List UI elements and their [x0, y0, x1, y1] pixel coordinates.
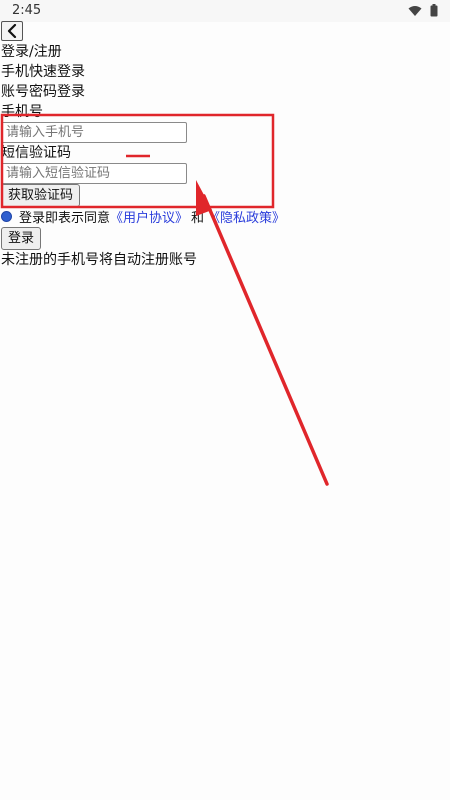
phone-label: 手机号: [1, 104, 43, 120]
back-button[interactable]: [1, 21, 23, 41]
sms-code-input[interactable]: [1, 163, 187, 184]
login-button[interactable]: 登录: [1, 227, 42, 250]
status-time: 2:45: [12, 3, 42, 18]
tab-phone-quick-login[interactable]: 手机快速登录: [1, 62, 85, 82]
sms-code-label: 短信验证码: [1, 145, 71, 161]
agree-radio[interactable]: [1, 210, 12, 222]
wifi-icon: [408, 5, 422, 16]
status-icons: [408, 4, 438, 17]
page-title: 登录/注册: [1, 44, 62, 60]
privacy-policy-link[interactable]: 《隐私政策》: [207, 207, 285, 226]
battery-icon: [430, 4, 438, 17]
and-text: 和: [191, 210, 205, 226]
chevron-left-icon: [7, 24, 17, 38]
agree-prefix: 登录即表示同意: [19, 210, 111, 226]
status-bar: 2:45: [0, 0, 450, 22]
annotation-overlay: [0, 113, 329, 486]
phone-input[interactable]: [1, 122, 187, 143]
user-agreement-link[interactable]: 《用户协议》: [110, 207, 188, 226]
annotation-arrow-shaft: [202, 194, 329, 486]
get-code-button[interactable]: 获取验证码: [1, 184, 81, 207]
auto-register-note: 未注册的手机号将自动注册账号: [1, 252, 197, 268]
tab-account-password-login[interactable]: 账号密码登录: [1, 82, 85, 102]
agreement-row: 登录即表示同意 《用户协议》 和 《隐私政策》: [0, 206, 285, 226]
